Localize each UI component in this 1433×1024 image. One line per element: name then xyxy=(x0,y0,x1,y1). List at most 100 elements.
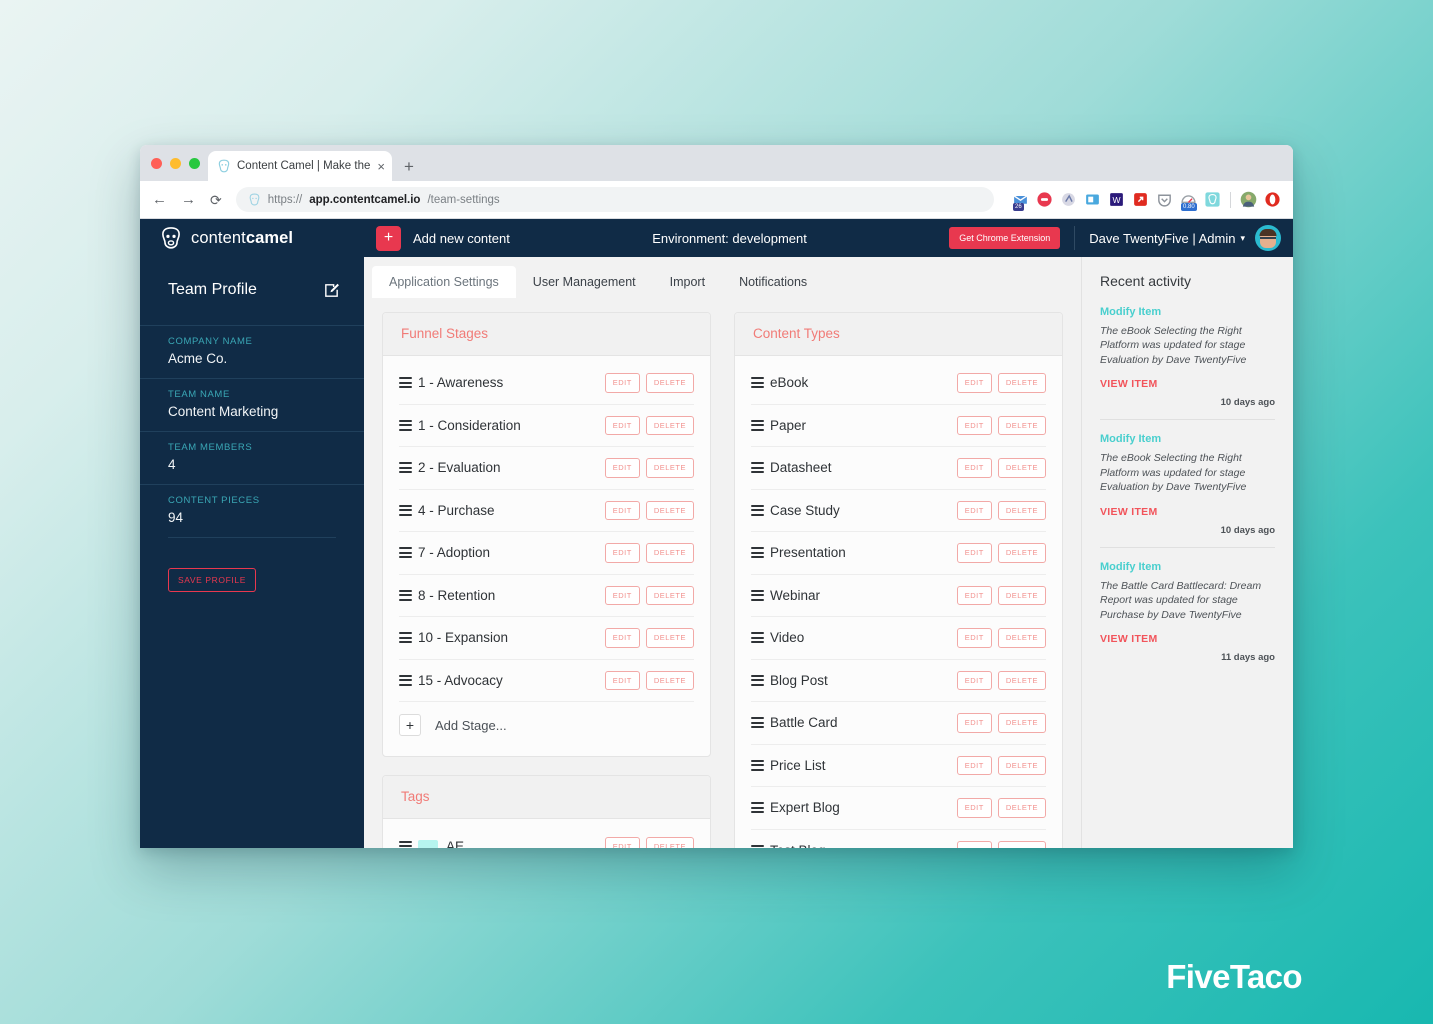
delete-button[interactable]: DELETE xyxy=(997,628,1046,648)
edit-button[interactable]: EDIT xyxy=(956,585,992,605)
edit-button[interactable]: EDIT xyxy=(956,543,992,563)
edit-button[interactable]: EDIT xyxy=(956,798,992,818)
delete-button[interactable]: DELETE xyxy=(645,628,694,648)
drag-handle-icon[interactable] xyxy=(751,547,764,559)
edit-button[interactable]: EDIT xyxy=(956,628,992,648)
delete-button[interactable]: DELETE xyxy=(997,755,1046,775)
record-extension-icon[interactable] xyxy=(1036,191,1053,208)
view-item-link[interactable]: VIEW ITEM xyxy=(1100,378,1158,390)
close-window-button[interactable] xyxy=(151,158,162,169)
acrobat-extension-icon[interactable] xyxy=(1132,191,1149,208)
edit-button[interactable]: EDIT xyxy=(604,543,640,563)
edit-button[interactable]: EDIT xyxy=(956,670,992,690)
drag-handle-icon[interactable] xyxy=(751,504,764,516)
list-item[interactable]: Blog Post EDIT DELETE xyxy=(751,660,1046,702)
drag-handle-icon[interactable] xyxy=(751,589,764,601)
dictionary-extension-icon[interactable] xyxy=(1084,191,1101,208)
word-extension-icon[interactable]: W xyxy=(1108,191,1125,208)
speed-extension-icon[interactable]: 0.80 xyxy=(1180,191,1197,211)
drag-handle-icon[interactable] xyxy=(751,802,764,814)
get-chrome-extension-button[interactable]: Get Chrome Extension xyxy=(949,227,1061,249)
drag-handle-icon[interactable] xyxy=(751,674,764,686)
save-profile-button[interactable]: SAVE PROFILE xyxy=(168,568,256,592)
delete-button[interactable]: DELETE xyxy=(997,458,1046,478)
list-item[interactable]: Datasheet EDIT DELETE xyxy=(751,447,1046,490)
list-item[interactable]: 1 - Awareness EDIT DELETE xyxy=(399,362,694,405)
maximize-window-button[interactable] xyxy=(189,158,200,169)
edit-button[interactable]: EDIT xyxy=(604,373,640,393)
list-item[interactable]: 8 - Retention EDIT DELETE xyxy=(399,575,694,617)
tab-user-management[interactable]: User Management xyxy=(516,266,653,298)
delete-button[interactable]: DELETE xyxy=(645,670,694,690)
drag-handle-icon[interactable] xyxy=(751,462,764,474)
drag-handle-icon[interactable] xyxy=(399,674,412,686)
drag-handle-icon[interactable] xyxy=(399,589,412,601)
view-item-link[interactable]: VIEW ITEM xyxy=(1100,506,1158,518)
edit-button[interactable]: EDIT xyxy=(956,500,992,520)
app-logo[interactable]: contentcamel xyxy=(158,225,376,251)
list-item[interactable]: Presentation EDIT DELETE xyxy=(751,532,1046,575)
delete-button[interactable]: DELETE xyxy=(645,543,694,563)
edit-button[interactable]: EDIT xyxy=(604,415,640,435)
edit-button[interactable]: EDIT xyxy=(956,373,992,393)
delete-button[interactable]: DELETE xyxy=(645,836,694,848)
close-tab-icon[interactable]: × xyxy=(377,160,385,173)
list-item[interactable]: Test BlogEDIT DELETE xyxy=(751,830,1046,848)
opera-extension-icon[interactable] xyxy=(1264,191,1281,208)
delete-button[interactable]: DELETE xyxy=(645,415,694,435)
list-item[interactable]: Expert Blog EDIT DELETE xyxy=(751,787,1046,830)
tab-import[interactable]: Import xyxy=(653,266,722,298)
drag-handle-icon[interactable] xyxy=(751,717,764,729)
mail-extension-icon[interactable]: 26 xyxy=(1012,191,1029,211)
add-stage-plus-icon[interactable]: + xyxy=(399,714,421,736)
list-item[interactable]: eBook EDIT DELETE xyxy=(751,362,1046,405)
list-item[interactable]: 4 - Purchase EDIT DELETE xyxy=(399,490,694,532)
delete-button[interactable]: DELETE xyxy=(645,500,694,520)
list-item[interactable]: Video EDIT DELETE xyxy=(751,617,1046,660)
user-menu-label[interactable]: Dave TwentyFive | Admin xyxy=(1089,231,1235,246)
drag-handle-icon[interactable] xyxy=(751,377,764,389)
list-item[interactable]: 7 - Adoption EDIT DELETE xyxy=(399,532,694,575)
delete-button[interactable]: DELETE xyxy=(997,585,1046,605)
drag-handle-icon[interactable] xyxy=(751,845,764,848)
add-content-plus-icon[interactable]: + xyxy=(376,225,401,251)
list-item[interactable]: Case Study EDIT DELETE xyxy=(751,490,1046,532)
grammar-extension-icon[interactable] xyxy=(1060,191,1077,208)
edit-button[interactable]: EDIT xyxy=(604,458,640,478)
delete-button[interactable]: DELETE xyxy=(997,713,1046,733)
add-new-content-link[interactable]: Add new content xyxy=(413,231,510,246)
edit-button[interactable]: EDIT xyxy=(956,415,992,435)
window-controls[interactable] xyxy=(151,158,200,169)
list-item[interactable]: 15 - Advocacy EDIT DELETE xyxy=(399,660,694,702)
edit-button[interactable]: EDIT xyxy=(956,755,992,775)
list-item[interactable]: 2 - Evaluation EDIT DELETE xyxy=(399,447,694,490)
list-item[interactable]: Price List EDIT DELETE xyxy=(751,745,1046,787)
drag-handle-icon[interactable] xyxy=(399,419,412,431)
pocket-extension-icon[interactable] xyxy=(1156,191,1173,208)
view-item-link[interactable]: VIEW ITEM xyxy=(1100,633,1158,645)
delete-button[interactable]: DELETE xyxy=(997,373,1046,393)
chevron-down-icon[interactable]: ▾ xyxy=(1240,233,1245,244)
minimize-window-button[interactable] xyxy=(170,158,181,169)
profile-avatar-icon[interactable] xyxy=(1240,191,1257,208)
drag-handle-icon[interactable] xyxy=(399,840,412,848)
browser-tab[interactable]: Content Camel | Make the mos × xyxy=(208,151,392,181)
delete-button[interactable]: DELETE xyxy=(997,841,1046,848)
delete-button[interactable]: DELETE xyxy=(997,415,1046,435)
edit-button[interactable]: EDIT xyxy=(956,713,992,733)
new-tab-button[interactable]: + xyxy=(404,158,414,175)
list-item[interactable]: 10 - Expansion EDIT DELETE xyxy=(399,617,694,660)
tab-notifications[interactable]: Notifications xyxy=(722,266,824,298)
forward-button[interactable]: → xyxy=(181,192,196,207)
add-stage-label[interactable]: Add Stage... xyxy=(435,718,507,733)
edit-profile-icon[interactable] xyxy=(323,282,340,299)
reload-button[interactable]: ⟳ xyxy=(210,193,222,207)
list-item[interactable]: 1 - Consideration EDIT DELETE xyxy=(399,405,694,447)
add-stage-row[interactable]: + Add Stage... xyxy=(399,702,694,748)
drag-handle-icon[interactable] xyxy=(399,504,412,516)
address-bar[interactable]: https:// app.contentcamel.io/team-setting… xyxy=(235,187,994,212)
drag-handle-icon[interactable] xyxy=(399,377,412,389)
list-item[interactable]: Webinar EDIT DELETE xyxy=(751,575,1046,617)
edit-button[interactable]: EDIT xyxy=(604,836,640,848)
list-item[interactable]: AE EDIT DELETE xyxy=(399,825,694,848)
